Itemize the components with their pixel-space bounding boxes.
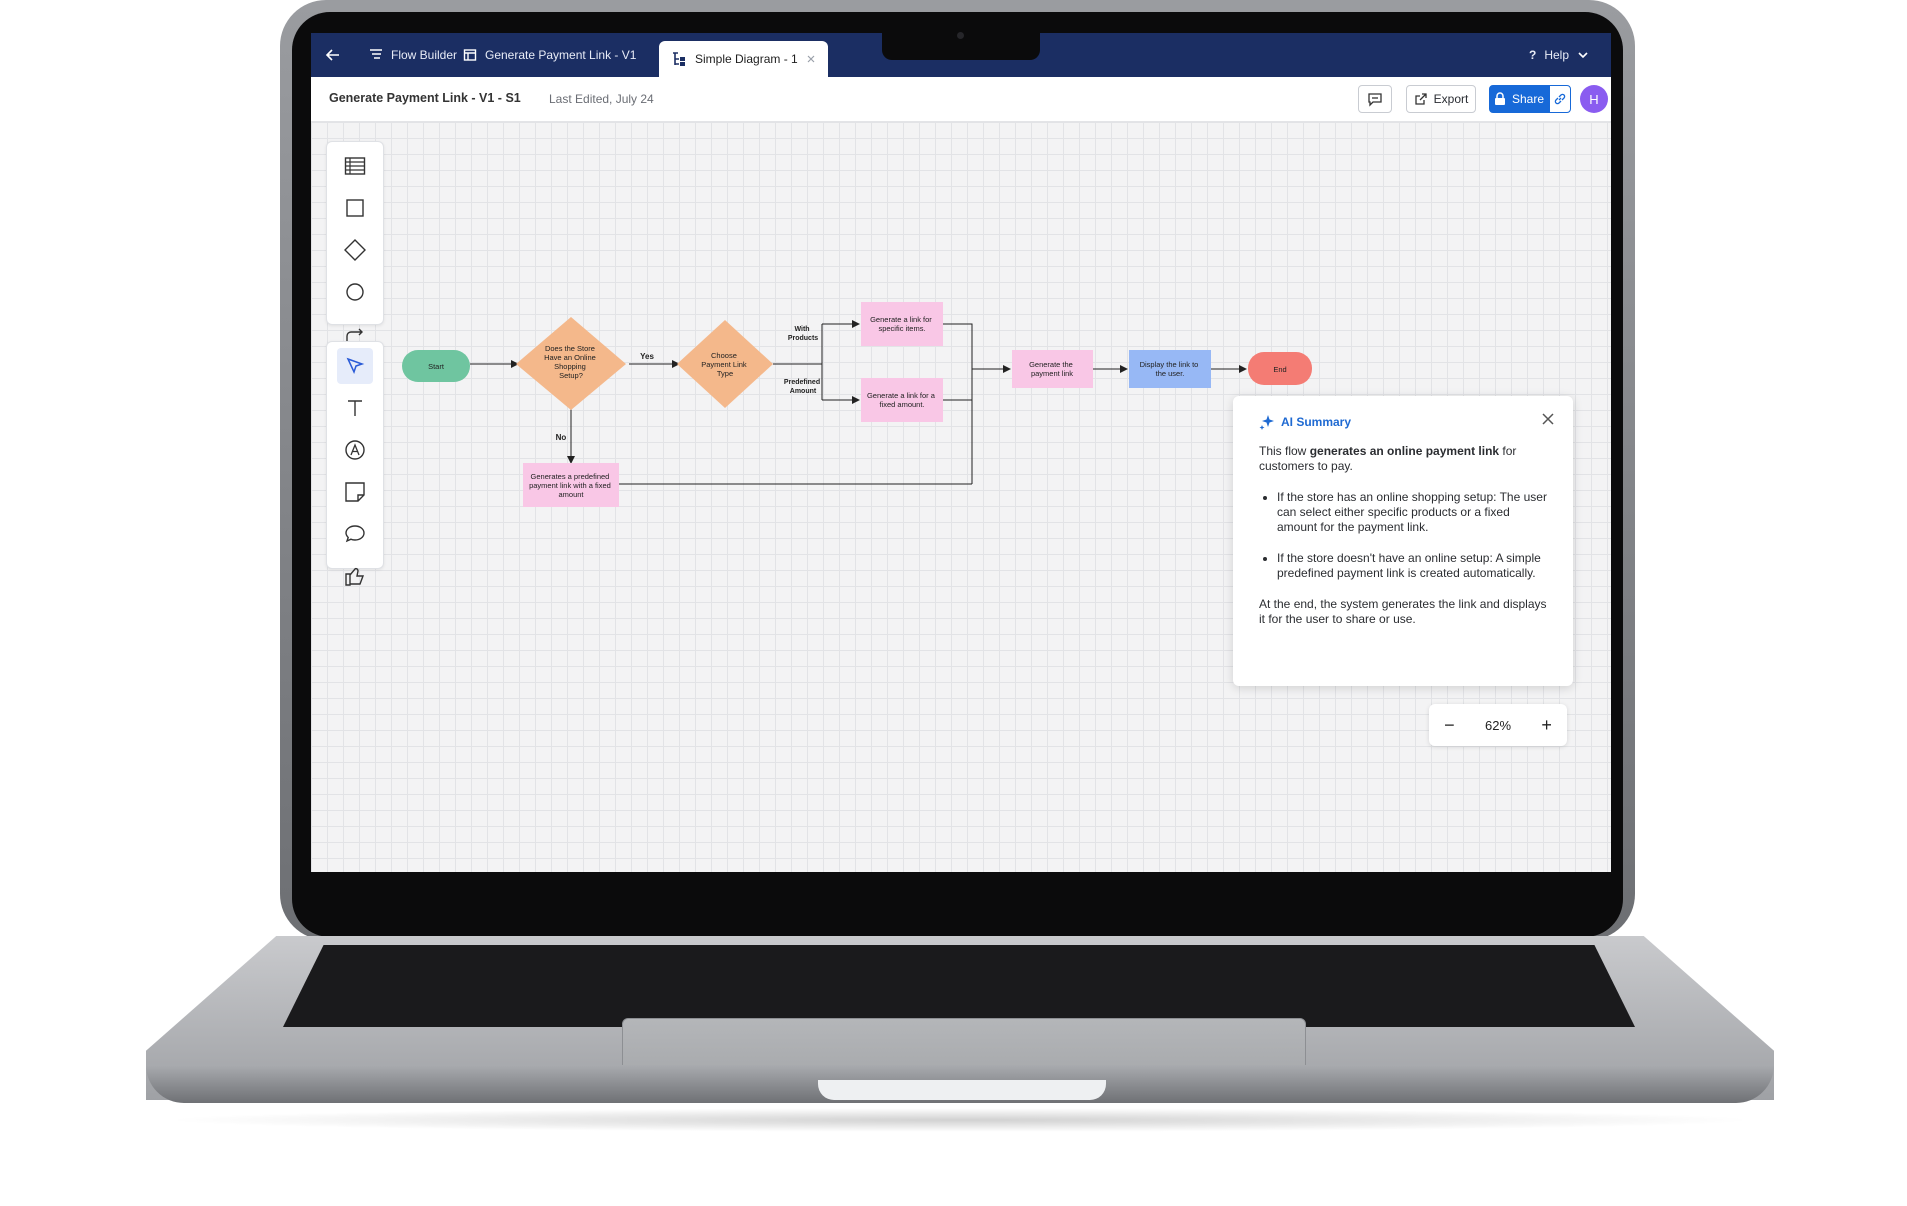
diagram-canvas[interactable]: Start Does the Store Have an Online Shop…: [311, 122, 1611, 872]
document-icon: [463, 48, 477, 62]
base-notch: [818, 1080, 1106, 1100]
ai-summary-bullet: If the store doesn't have an online setu…: [1277, 551, 1547, 581]
user-avatar[interactable]: H: [1580, 85, 1608, 113]
ai-summary-bullets: If the store has an online shopping setu…: [1259, 490, 1547, 581]
ai-summary-panel: AI Summary This flow generates an online…: [1233, 396, 1573, 686]
tab-generate-payment-link[interactable]: Generate Payment Link - V1: [463, 33, 636, 77]
help-label: Help: [1544, 48, 1570, 62]
edge-yes-label: Yes: [640, 352, 654, 361]
back-button[interactable]: [325, 33, 341, 77]
tab-simple-diagram-label: Simple Diagram - 1: [695, 52, 798, 66]
edge-predefined-amount-label: Predefined Amount: [784, 379, 822, 395]
export-label: Export: [1433, 92, 1469, 106]
diagram-icon: [671, 51, 687, 67]
camera-icon: [957, 32, 964, 39]
lock-icon: [1494, 92, 1506, 106]
edge-specific-merge: [943, 323, 973, 484]
share-button[interactable]: Share: [1489, 85, 1549, 113]
app-screen: Flow Builder Generate Payment Link - V1 …: [311, 33, 1611, 872]
ai-summary-header: AI Summary: [1259, 414, 1547, 430]
ai-summary-intro: This flow generates an online payment li…: [1259, 444, 1517, 473]
node-start-label: Start: [428, 362, 445, 371]
back-arrow-icon: [325, 47, 341, 63]
zoom-out-button[interactable]: −: [1444, 715, 1455, 736]
ai-summary-bullet: If the store has an online shopping setu…: [1277, 490, 1547, 535]
sparkle-icon: [1259, 414, 1275, 430]
node-generate-payment-link-label: Generate the payment link: [1029, 360, 1075, 378]
ai-summary-outro: At the end, the system generates the lin…: [1259, 597, 1547, 626]
last-edited: Last Edited, July 24: [549, 92, 654, 106]
help-question-icon: ?: [1529, 48, 1537, 62]
edge-with-products-label: With Products: [788, 326, 818, 342]
document-header: Generate Payment Link - V1 - S1 Last Edi…: [311, 77, 1611, 122]
ai-summary-title: AI Summary: [1281, 414, 1352, 429]
chevron-down-icon: [1577, 49, 1589, 61]
help-menu[interactable]: ? Help: [1529, 33, 1589, 77]
node-end-label: End: [1273, 365, 1286, 374]
copy-link-button[interactable]: [1549, 85, 1571, 113]
node-specific-items-label: Generate a link for specific items.: [870, 315, 934, 333]
close-icon[interactable]: [1541, 412, 1555, 430]
export-icon: [1414, 92, 1428, 106]
export-button[interactable]: Export: [1406, 85, 1476, 113]
zoom-level: 62%: [1484, 717, 1512, 733]
edge-no-label: No: [556, 433, 567, 442]
zoom-in-button[interactable]: +: [1541, 715, 1552, 736]
zoom-control: − 62% +: [1429, 704, 1567, 746]
comment-icon: [1367, 91, 1383, 107]
share-label: Share: [1511, 92, 1545, 106]
flow-builder-button[interactable]: Flow Builder: [369, 33, 457, 77]
tab-generate-payment-link-label: Generate Payment Link - V1: [485, 48, 637, 62]
keyboard: [283, 945, 1635, 1027]
comment-button[interactable]: [1358, 85, 1392, 113]
link-icon: [1553, 92, 1567, 106]
tab-simple-diagram[interactable]: Simple Diagram - 1: [659, 41, 828, 77]
flow-builder-label: Flow Builder: [391, 48, 458, 62]
close-tab-icon[interactable]: [806, 54, 816, 64]
document-title: Generate Payment Link - V1 - S1: [329, 91, 521, 105]
laptop-shadow: [160, 1108, 1760, 1132]
camera-notch: [882, 30, 1040, 60]
flow-builder-icon: [369, 48, 383, 62]
